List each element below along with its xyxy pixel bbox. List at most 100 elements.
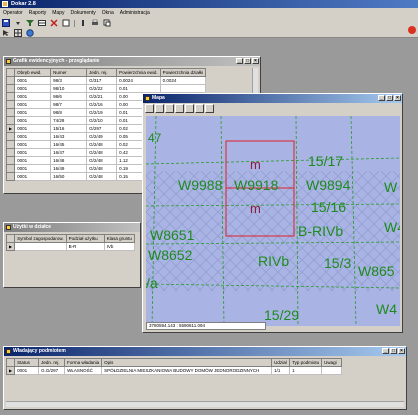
table-cell[interactable]: 16/43 [50, 132, 88, 141]
table-cell[interactable]: 16/50 [50, 172, 88, 181]
table-cell[interactable]: G/2/10 [86, 116, 118, 125]
copy-icon[interactable] [103, 19, 111, 27]
minimize-button[interactable]: _ [378, 95, 385, 101]
column-header[interactable]: Opis [101, 358, 273, 367]
column-header[interactable]: Uwagi [321, 358, 343, 367]
column-header[interactable]: Jedn. rej. [86, 68, 118, 77]
table-cell[interactable]: G/2/48 [86, 156, 118, 165]
column-header[interactable]: Status [14, 358, 40, 367]
table-cell[interactable]: 0001 [14, 84, 52, 93]
delete-icon[interactable] [50, 19, 58, 27]
table-cell[interactable]: 0.01 [116, 84, 161, 93]
table-cell[interactable]: G/2/21 [86, 92, 118, 101]
table-cell[interactable]: 0.0024 [159, 76, 207, 85]
table-cell[interactable]: 0001 [14, 108, 52, 117]
table-cell[interactable]: 98/8 [50, 108, 88, 117]
table-cell[interactable]: 0001 [14, 148, 52, 157]
table-cell[interactable]: 16/48 [50, 156, 88, 165]
minimize-button[interactable]: _ [382, 348, 389, 354]
close-button[interactable]: × [398, 348, 405, 354]
maximize-button[interactable]: □ [386, 95, 393, 101]
owners-window-titlebar[interactable]: Władający podmiotem _ □ × [4, 347, 406, 356]
table-cell[interactable] [321, 366, 343, 375]
table-cell[interactable]: 1 [289, 366, 323, 375]
pointer-tool-icon[interactable] [145, 104, 154, 113]
dropdown-icon[interactable] [14, 19, 22, 27]
table-cell[interactable]: G/2/49 [86, 132, 118, 141]
checkbox-icon[interactable] [62, 19, 70, 27]
close-button[interactable]: × [394, 95, 401, 101]
minimize-button[interactable]: _ [236, 58, 243, 64]
table-cell[interactable]: 74/28 [50, 116, 88, 125]
table-cell[interactable]: 98/3 [50, 76, 88, 85]
app-close-icon[interactable] [408, 26, 416, 34]
table-row[interactable]: 0001 98/10 G/2/22 0.01 [5, 84, 207, 93]
table-cell[interactable]: G/297 [86, 124, 118, 133]
layers-icon[interactable] [205, 104, 214, 113]
column-header[interactable]: Forma władania [64, 358, 103, 367]
zoom-in-icon[interactable] [155, 104, 164, 113]
column-header[interactable]: Podział użytku [65, 234, 105, 243]
maximize-button[interactable]: □ [390, 348, 397, 354]
table-cell[interactable]: 1/1 [271, 366, 291, 375]
maximize-button[interactable]: □ [244, 58, 251, 64]
table-cell[interactable]: 98/7 [50, 100, 88, 109]
globe-icon[interactable] [26, 29, 34, 37]
table-cell[interactable]: G.G/297 [38, 366, 66, 375]
table-cell[interactable]: IVb [103, 242, 135, 251]
map-canvas[interactable]: 47 m 15/17 W9988 W9918 W9894 W m 15/16 W… [146, 116, 400, 326]
table-cell[interactable]: 0001 [14, 132, 52, 141]
table-cell[interactable]: 15/16 [50, 124, 88, 133]
map-window-titlebar[interactable]: Mapa _ □ × [143, 94, 402, 103]
filter-icon[interactable] [26, 19, 34, 27]
table-cell[interactable]: G/2/19 [86, 108, 118, 117]
table-cell[interactable]: 0001 [14, 76, 52, 85]
table-cell[interactable]: 16/47 [50, 148, 88, 157]
table-cell[interactable]: G/2/48 [86, 148, 118, 157]
table-cell[interactable]: G/2/48 [86, 172, 118, 181]
menu-mapy[interactable]: Mapy [52, 10, 64, 16]
menu-dokumenty[interactable]: Dokumenty [70, 10, 95, 16]
table-cell[interactable]: B-R [65, 242, 105, 251]
table-cell[interactable]: G/2/48 [86, 164, 118, 173]
column-header[interactable]: Typ podmiotu [289, 358, 323, 367]
table-cell[interactable]: 0001 [14, 156, 52, 165]
table-cell[interactable]: 16/45 [50, 140, 88, 149]
table-row[interactable]: ▶ B-R IVb [5, 242, 135, 251]
table-cell[interactable]: 0001 [14, 140, 52, 149]
measure-icon[interactable] [195, 104, 204, 113]
column-header[interactable]: Jedn. rej. [38, 358, 66, 367]
table-cell[interactable]: 0001 [14, 100, 52, 109]
menu-raporty[interactable]: Raporty [29, 10, 47, 16]
save-icon[interactable] [2, 19, 10, 27]
table-cell[interactable]: 0001 [14, 116, 52, 125]
zoom-out-icon[interactable] [165, 104, 174, 113]
column-header[interactable]: Numer [50, 68, 88, 77]
pan-icon[interactable] [175, 104, 184, 113]
grid-icon[interactable] [14, 29, 22, 37]
menu-administracja[interactable]: Administracja [120, 10, 150, 16]
print-icon[interactable] [91, 19, 99, 27]
table-cell[interactable]: 0001 [14, 366, 40, 375]
table-cell[interactable]: 0001 [14, 172, 52, 181]
units-window-titlebar[interactable]: Grafik ewidencyjnych - przeglądanie _ □ × [4, 57, 260, 66]
usage-window-titlebar[interactable]: Użytki w działce [4, 223, 140, 232]
table-cell[interactable] [159, 84, 207, 93]
table-cell[interactable]: SPÓŁDZIELNIA MIESZKANIOWA BUDOWY DOMÓW J… [101, 366, 273, 375]
table-cell[interactable]: WŁASNOŚĆ [64, 366, 103, 375]
table-cell[interactable]: 98/6 [50, 92, 88, 101]
table-cell[interactable]: G/317 [86, 76, 118, 85]
table-cell[interactable]: 0001 [14, 124, 52, 133]
table-cell[interactable]: 16/49 [50, 164, 88, 173]
table-cell[interactable]: G/2/48 [86, 140, 118, 149]
column-header[interactable]: Symbol zagospodarow. [14, 234, 67, 243]
table-cell[interactable]: 0001 [14, 164, 52, 173]
close-button[interactable]: × [252, 58, 259, 64]
column-header[interactable]: Powierzchnia ewid. [116, 68, 161, 77]
table-cell[interactable]: 98/10 [50, 84, 88, 93]
column-header[interactable]: Obręb ewid. [14, 68, 52, 77]
table-row[interactable]: ▶ 0001 G.G/297 WŁASNOŚĆ SPÓŁDZIELNIA MIE… [5, 366, 343, 375]
table-cell[interactable] [14, 242, 67, 251]
table-cell[interactable]: 0.0024 [116, 76, 161, 85]
menu-okna[interactable]: Okna [102, 10, 114, 16]
